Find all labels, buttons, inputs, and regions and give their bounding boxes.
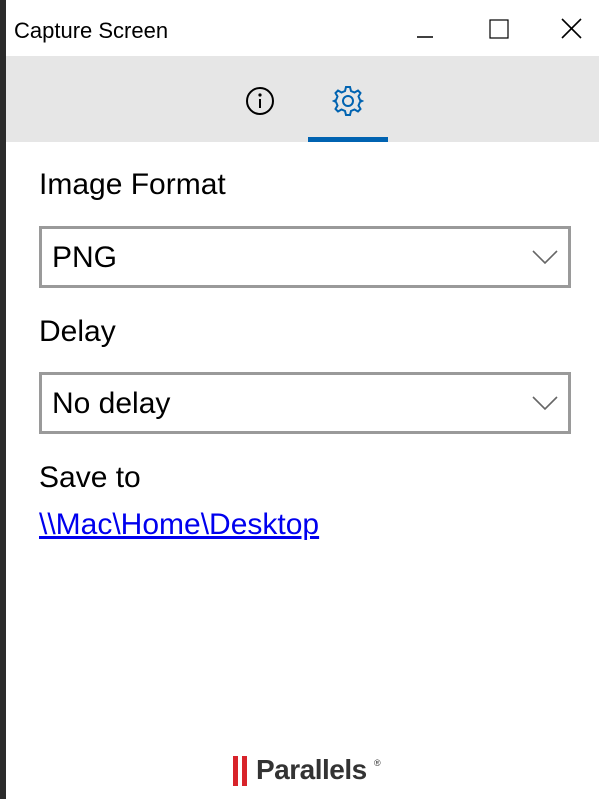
- maximize-icon: [489, 19, 509, 39]
- window-title: Capture Screen: [14, 18, 169, 43]
- capture-screen-window: Capture Screen Image Format PNG Delay No…: [0, 0, 599, 799]
- title-bar[interactable]: Capture Screen: [6, 0, 599, 56]
- maximize-button[interactable]: [460, 0, 530, 56]
- close-icon: [561, 18, 582, 39]
- delay-value: No delay: [52, 387, 171, 420]
- info-icon: [246, 87, 274, 115]
- registered-mark: ®: [374, 758, 381, 768]
- parallels-logo: Parallels ®: [232, 754, 392, 790]
- image-format-value: PNG: [52, 241, 118, 274]
- image-format-label: Image Format: [39, 168, 226, 201]
- chevron-down-icon: [532, 250, 558, 265]
- tab-info[interactable]: [220, 56, 300, 142]
- close-button[interactable]: [530, 0, 599, 56]
- save-path-link[interactable]: \\Mac\Home\Desktop: [39, 508, 319, 542]
- delay-dropdown[interactable]: No delay: [39, 372, 571, 434]
- minimize-icon: [417, 36, 433, 38]
- tab-bar: [6, 56, 599, 142]
- save-to-label: Save to: [39, 461, 141, 494]
- image-format-dropdown[interactable]: PNG: [39, 226, 571, 288]
- minimize-button[interactable]: [390, 0, 460, 56]
- gear-icon: [332, 86, 364, 116]
- logo-text: Parallels: [256, 754, 367, 785]
- parallels-bars-icon: [233, 756, 247, 786]
- chevron-down-icon: [532, 396, 558, 411]
- tab-settings[interactable]: [308, 56, 388, 142]
- active-tab-indicator: [308, 137, 388, 142]
- delay-label: Delay: [39, 315, 116, 348]
